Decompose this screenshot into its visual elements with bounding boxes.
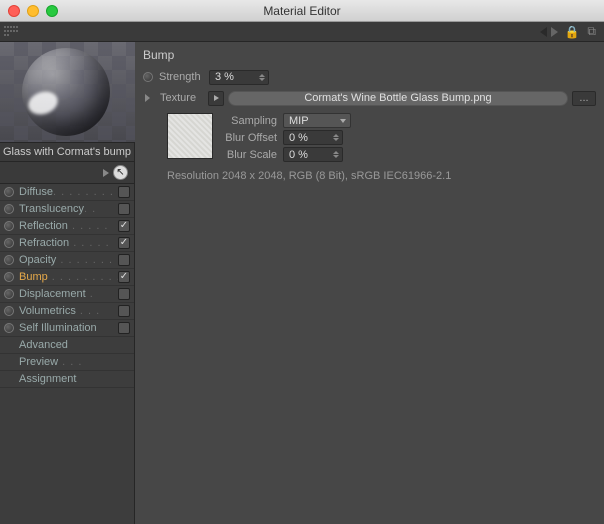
channel-checkbox[interactable] [118,203,130,215]
texture-disclosure-icon[interactable] [145,94,150,102]
texture-file-field[interactable]: Cormat's Wine Bottle Glass Bump.png [228,91,568,106]
channel-radio[interactable] [4,289,14,299]
channel-opacity[interactable]: Opacity . . . . . . . . [0,252,134,269]
lock-icon[interactable]: 🔒 [564,25,579,39]
strength-radio[interactable] [143,72,153,82]
texture-file-name: Cormat's Wine Bottle Glass Bump.png [304,92,491,104]
blur-offset-value: 0 % [289,132,308,144]
history-forward-icon[interactable] [551,27,558,37]
channel-checkbox[interactable] [118,220,130,232]
channel-label: Preview . . . [19,356,130,368]
window-controls [8,5,58,17]
zoom-window-button[interactable] [46,5,58,17]
channel-label: Self Illumination [19,322,118,334]
channel-radio[interactable] [4,306,14,316]
sampling-label: Sampling [221,115,283,127]
blur-offset-input[interactable]: 0 % [283,130,343,145]
minimize-window-button[interactable] [27,5,39,17]
blur-offset-label: Blur Offset [221,132,283,144]
chevron-down-icon [340,119,346,123]
channel-radio[interactable] [4,204,14,214]
strength-input[interactable]: 3 % [209,70,269,85]
channel-radio[interactable] [4,272,14,282]
expand-icon[interactable]: ⧉ [587,24,596,39]
channel-checkbox[interactable] [118,271,130,283]
texture-preview-button[interactable] [208,91,224,106]
channel-displacement[interactable]: Displacement . [0,286,134,303]
channel-radio[interactable] [4,255,14,265]
channel-radio[interactable] [4,221,14,231]
channel-radio[interactable] [4,187,14,197]
channel-label: Advanced [19,339,130,351]
spinner-icon[interactable] [333,148,340,161]
blur-scale-value: 0 % [289,149,308,161]
history-back-icon[interactable] [540,27,547,37]
channel-label: Volumetrics . . . [19,305,118,317]
channel-label: Diffuse. . . . . . . . . [19,186,118,198]
channel-checkbox[interactable] [118,322,130,334]
strength-value: 3 % [215,71,234,83]
channel-label: Assignment [19,373,130,385]
channel-assignment[interactable]: Assignment [0,371,134,388]
channel-refraction[interactable]: Refraction . . . . . [0,235,134,252]
channel-self-illumination[interactable]: Self Illumination [0,320,134,337]
play-icon[interactable] [103,169,109,177]
channel-label: Refraction . . . . . [19,237,118,249]
material-preview[interactable] [0,42,135,142]
cursor-icon[interactable]: ↖ [113,165,128,180]
spinner-icon[interactable] [259,71,266,84]
window-title: Material Editor [0,4,604,18]
channel-diffuse[interactable]: Diffuse. . . . . . . . . [0,184,134,201]
sidebar: Glass with Cormat's bump ↖ Diffuse. . . … [0,42,135,524]
channel-checkbox[interactable] [118,254,130,266]
channel-label: Opacity . . . . . . . . [19,254,118,266]
channel-advanced[interactable]: Advanced [0,337,134,354]
channel-label: Displacement . [19,288,118,300]
channel-checkbox[interactable] [118,186,130,198]
channel-label: Reflection . . . . . [19,220,118,232]
channel-volumetrics[interactable]: Volumetrics . . . [0,303,134,320]
channel-radio[interactable] [4,323,14,333]
panel-heading: Bump [143,48,596,62]
strength-label: Strength [159,71,209,83]
blur-scale-label: Blur Scale [221,149,283,161]
channel-bump[interactable]: Bump . . . . . . . . . [0,269,134,286]
channel-preview[interactable]: Preview . . . [0,354,134,371]
content-panel: Bump Strength 3 % Texture Cormat's Wine … [135,42,604,524]
ellipsis-icon: ... [579,92,588,104]
channel-translucency[interactable]: Translucency. . [0,201,134,218]
spinner-icon[interactable] [333,131,340,144]
channel-reflection[interactable]: Reflection . . . . . [0,218,134,235]
titlebar: Material Editor [0,0,604,22]
blur-scale-input[interactable]: 0 % [283,147,343,162]
channel-label: Bump . . . . . . . . . [19,271,118,283]
channel-checkbox[interactable] [118,237,130,249]
sampling-value: MIP [289,115,309,127]
play-triangle-icon [214,95,219,101]
channel-label: Translucency. . [19,203,118,215]
channel-checkbox[interactable] [118,305,130,317]
grip-icon[interactable] [4,26,18,38]
close-window-button[interactable] [8,5,20,17]
preview-tools: ↖ [0,162,134,184]
channel-radio[interactable] [4,238,14,248]
channel-list: Diffuse. . . . . . . . . Translucency. . R… [0,184,134,388]
texture-resolution-info: Resolution 2048 x 2048, RGB (8 Bit), sRG… [167,170,596,182]
channel-checkbox[interactable] [118,288,130,300]
material-name[interactable]: Glass with Cormat's bump [0,142,134,162]
texture-browse-button[interactable]: ... [572,91,596,106]
texture-label: Texture [160,92,204,104]
sampling-select[interactable]: MIP [283,113,351,128]
toolbar: 🔒 ⧉ [0,22,604,42]
texture-swatch[interactable] [167,113,213,159]
